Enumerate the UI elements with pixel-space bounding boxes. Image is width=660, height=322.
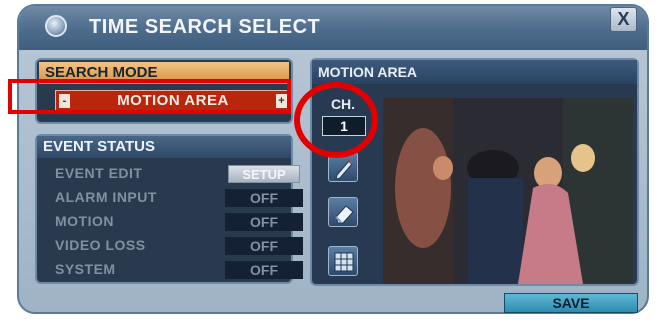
event-status-header: EVENT STATUS (37, 136, 291, 158)
event-label: ALARM INPUT (55, 189, 157, 205)
save-button[interactable]: SAVE (504, 293, 638, 313)
channel-highlight (294, 82, 378, 158)
event-edit-setup-button[interactable]: SETUP (228, 165, 300, 183)
camera-video-preview[interactable] (383, 98, 633, 284)
search-mode-highlight (8, 79, 291, 114)
event-label: VIDEO LOSS (55, 237, 146, 253)
close-button[interactable]: X (610, 7, 637, 32)
event-row-alarm-input: ALARM INPUT OFF (37, 186, 303, 210)
motion-value[interactable]: OFF (225, 213, 303, 231)
system-value[interactable]: OFF (225, 261, 303, 279)
window-icon (45, 15, 67, 37)
event-row-event-edit: EVENT EDIT SETUP (37, 162, 300, 186)
grid-tool-button[interactable] (328, 246, 358, 276)
title-bar: TIME SEARCH SELECT X (19, 6, 647, 50)
motion-area-header: MOTION AREA (312, 60, 637, 84)
video-loss-value[interactable]: OFF (225, 237, 303, 255)
event-row-video-loss: VIDEO LOSS OFF (37, 234, 303, 258)
event-status-panel: EVENT STATUS EVENT EDIT SETUP ALARM INPU… (35, 134, 303, 284)
event-row-system: SYSTEM OFF (37, 258, 303, 282)
event-label: SYSTEM (55, 261, 116, 277)
event-label: MOTION (55, 213, 114, 229)
event-row-motion: MOTION OFF (37, 210, 303, 234)
event-label: EVENT EDIT (55, 165, 143, 181)
window-title: TIME SEARCH SELECT (89, 16, 321, 38)
alarm-input-value[interactable]: OFF (225, 189, 303, 207)
time-search-dialog: TIME SEARCH SELECT X SEARCH MODE - MOTIO… (17, 4, 649, 314)
erase-tool-button[interactable] (328, 197, 358, 227)
